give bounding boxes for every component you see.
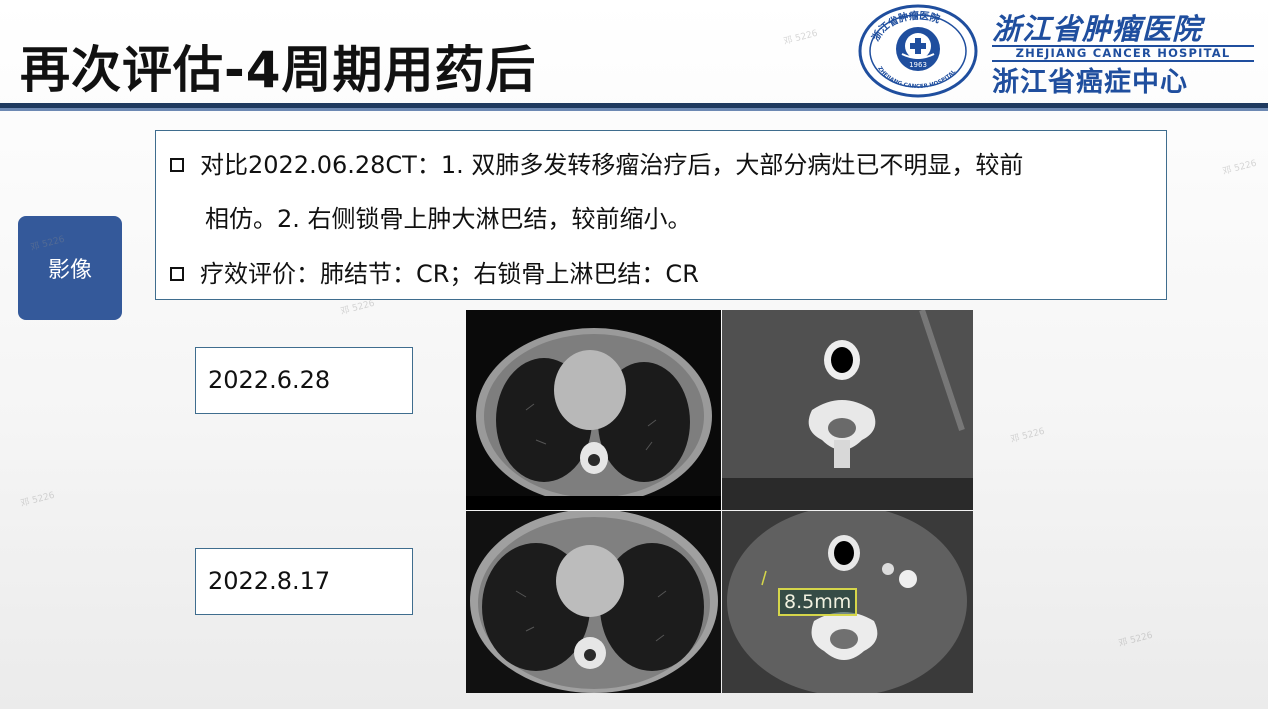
date-first-text: 2022.6.28 bbox=[208, 366, 331, 394]
finding-evaluation: 疗效评价：肺结节：CR；右锁骨上淋巴结：CR bbox=[170, 259, 699, 289]
section-tag: 影像 bbox=[18, 216, 122, 320]
section-tag-label: 影像 bbox=[47, 258, 92, 283]
finding-line-3: 疗效评价：肺结节：CR；右锁骨上淋巴结：CR bbox=[200, 260, 699, 288]
watermark-text: 邓 5226 bbox=[1009, 426, 1046, 446]
ct-neck-second: 8.5mm bbox=[722, 511, 973, 693]
slide-title: 再次评估-4周期用药后 bbox=[20, 41, 537, 99]
date-second-text: 2022.8.17 bbox=[208, 567, 331, 595]
hospital-logo: 浙江省肿瘤医院 ZHEJIANG CANCER HOSPITAL 1963 浙江… bbox=[858, 4, 1268, 98]
ct-neck-first bbox=[722, 310, 973, 510]
finding-continuation: 相仿。2. 右侧锁骨上肿大淋巴结，较前缩小。 bbox=[205, 204, 692, 234]
watermark-text: 邓 5226 bbox=[1221, 158, 1258, 178]
finding-line-2: 相仿。2. 右侧锁骨上肿大淋巴结，较前缩小。 bbox=[205, 205, 692, 233]
title-divider-light bbox=[0, 108, 1268, 111]
date-label-second: 2022.8.17 bbox=[195, 548, 413, 615]
ct-lung-first bbox=[466, 310, 721, 510]
watermark-text: 邓 5226 bbox=[1117, 630, 1154, 650]
cancer-center-name: 浙江省癌症中心 bbox=[992, 67, 1188, 98]
hospital-seal-icon: 浙江省肿瘤医院 ZHEJIANG CANCER HOSPITAL 1963 bbox=[858, 4, 978, 98]
watermark-text: 邓 5226 bbox=[19, 490, 56, 510]
bullet-square-icon bbox=[170, 158, 184, 172]
ct-lung-second bbox=[466, 511, 721, 693]
finding-comparison: 对比2022.06.28CT：1. 双肺多发转移瘤治疗后，大部分病灶已不明显，较… bbox=[170, 150, 1023, 180]
watermark-text: 邓 5226 bbox=[782, 28, 819, 48]
measurement-label: 8.5mm bbox=[778, 588, 858, 616]
finding-line-1: 对比2022.06.28CT：1. 双肺多发转移瘤治疗后，大部分病灶已不明显，较… bbox=[200, 151, 1024, 179]
seal-year: 1963 bbox=[909, 61, 927, 69]
date-label-first: 2022.6.28 bbox=[195, 347, 413, 414]
hospital-name-cn: 浙江省肿瘤医院 bbox=[992, 12, 1203, 46]
findings-box: 对比2022.06.28CT：1. 双肺多发转移瘤治疗后，大部分病灶已不明显，较… bbox=[155, 130, 1167, 300]
bullet-square-icon bbox=[170, 267, 184, 281]
